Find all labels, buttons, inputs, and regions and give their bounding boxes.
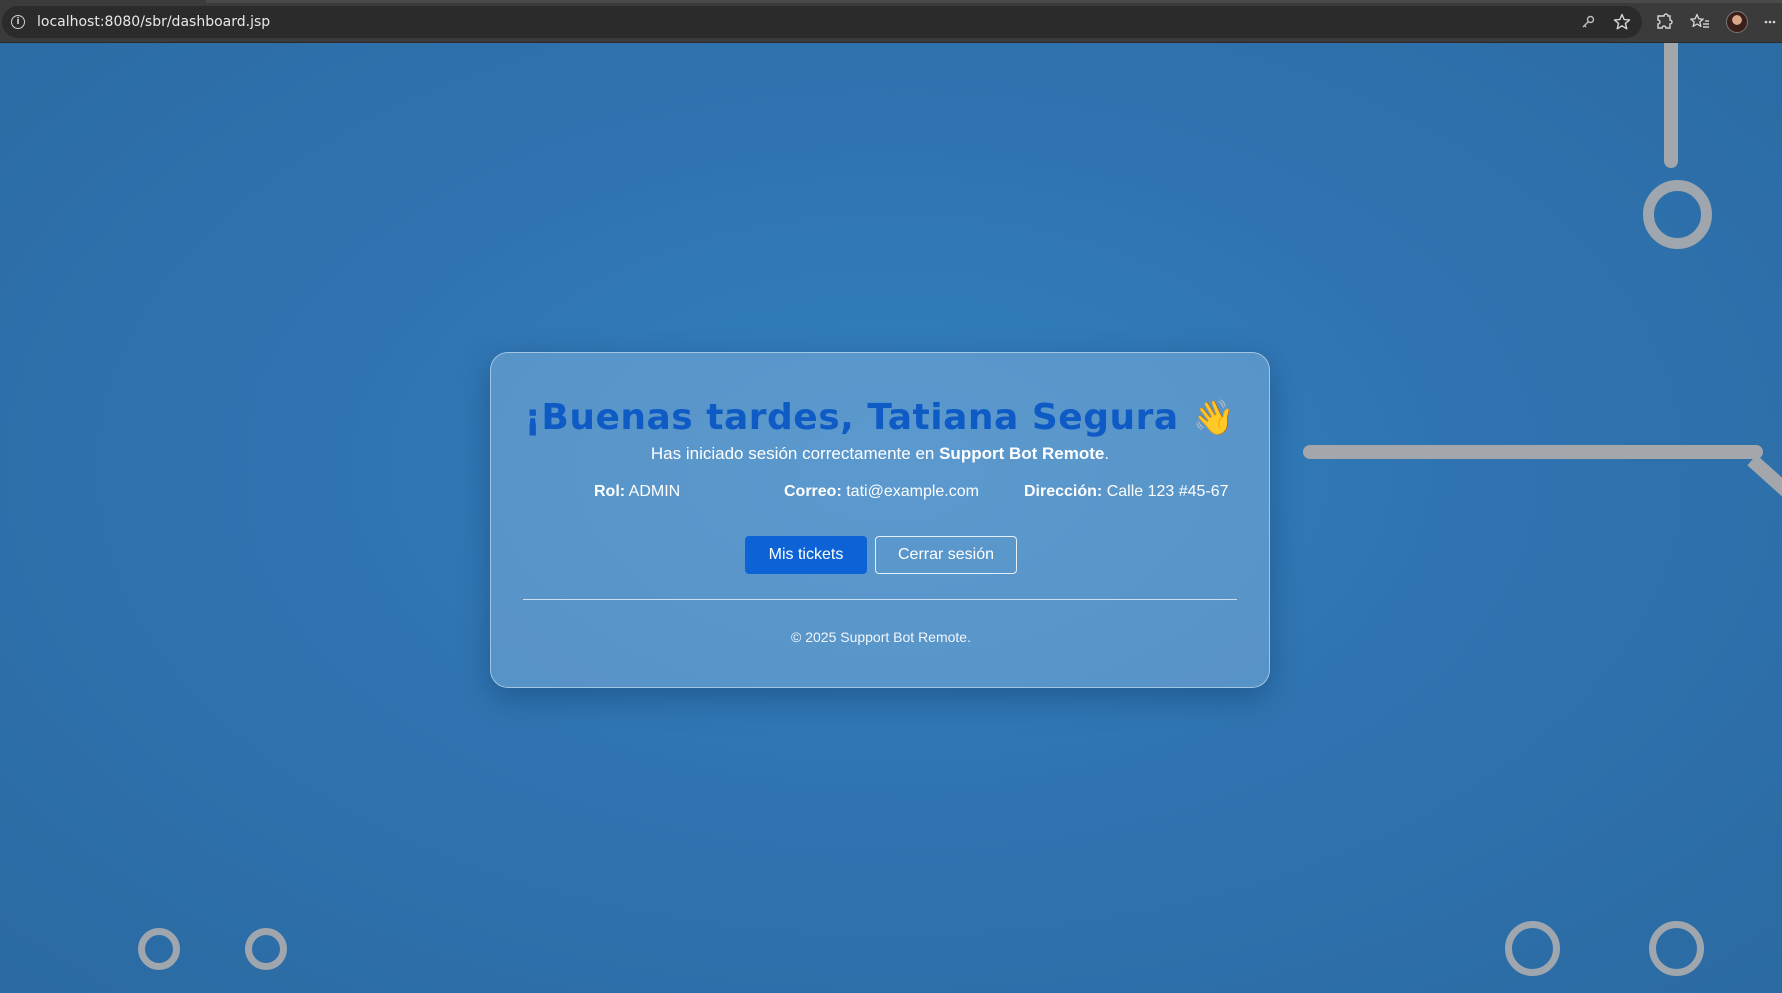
address-value: Calle 123 #45-67: [1106, 483, 1229, 500]
address-info: Dirección: Calle 123 #45-67: [1024, 483, 1229, 501]
browser-toolbar: i localhost:8080/sbr/dashboard.jsp: [0, 0, 1782, 43]
divider: [523, 599, 1237, 600]
favorites-icon[interactable]: [1690, 12, 1710, 32]
role-value: ADMIN: [628, 483, 681, 500]
decor-ring: [1505, 921, 1560, 976]
my-tickets-button[interactable]: Mis tickets: [745, 536, 867, 574]
extensions-icon[interactable]: [1654, 12, 1674, 32]
card-actions: Mis tickets Cerrar sesión: [491, 536, 1271, 574]
url-text[interactable]: localhost:8080/sbr/dashboard.jsp: [37, 14, 270, 30]
email-label: Correo:: [784, 483, 842, 500]
tab-strip: [206, 0, 1782, 3]
decor-horizontal-bar: [1303, 445, 1763, 459]
greeting-text: ¡Buenas tardes, Tatiana Segura: [524, 397, 1179, 438]
login-subtitle: Has iniciado sesión correctamente en Sup…: [491, 444, 1269, 464]
more-icon[interactable]: [1764, 12, 1776, 32]
decor-ring: [138, 928, 180, 970]
key-icon[interactable]: [1578, 12, 1598, 32]
avatar[interactable]: [1726, 11, 1748, 33]
user-info-row: Rol: ADMIN Correo: tati@example.com Dire…: [491, 483, 1271, 505]
decor-ring: [1643, 180, 1712, 249]
decor-diagonal-bar: [1747, 454, 1782, 499]
wave-icon: 👋: [1192, 397, 1236, 438]
email-info: Correo: tati@example.com: [784, 483, 979, 501]
greeting-heading: ¡Buenas tardes, Tatiana Segura 👋: [524, 397, 1235, 438]
page-background: ¡Buenas tardes, Tatiana Segura 👋 Has ini…: [0, 43, 1782, 993]
card-footer: © 2025 Support Bot Remote.: [791, 629, 971, 645]
decor-ring: [245, 928, 287, 970]
decor-vertical-bar: [1664, 43, 1678, 168]
role-info: Rol: ADMIN: [594, 483, 680, 501]
role-label: Rol:: [594, 483, 626, 500]
logout-button[interactable]: Cerrar sesión: [875, 536, 1017, 574]
address-bar[interactable]: i localhost:8080/sbr/dashboard.jsp: [2, 6, 1642, 38]
star-icon[interactable]: [1612, 12, 1632, 32]
subtitle-suffix: .: [1104, 444, 1110, 463]
subtitle-app-name: Support Bot Remote: [939, 444, 1105, 463]
decor-ring: [1649, 921, 1704, 976]
info-icon[interactable]: i: [11, 15, 25, 29]
address-label: Dirección:: [1024, 483, 1103, 500]
welcome-card: ¡Buenas tardes, Tatiana Segura 👋 Has ini…: [490, 352, 1270, 688]
email-value: tati@example.com: [846, 483, 979, 500]
subtitle-prefix: Has iniciado sesión correctamente en: [650, 444, 940, 463]
